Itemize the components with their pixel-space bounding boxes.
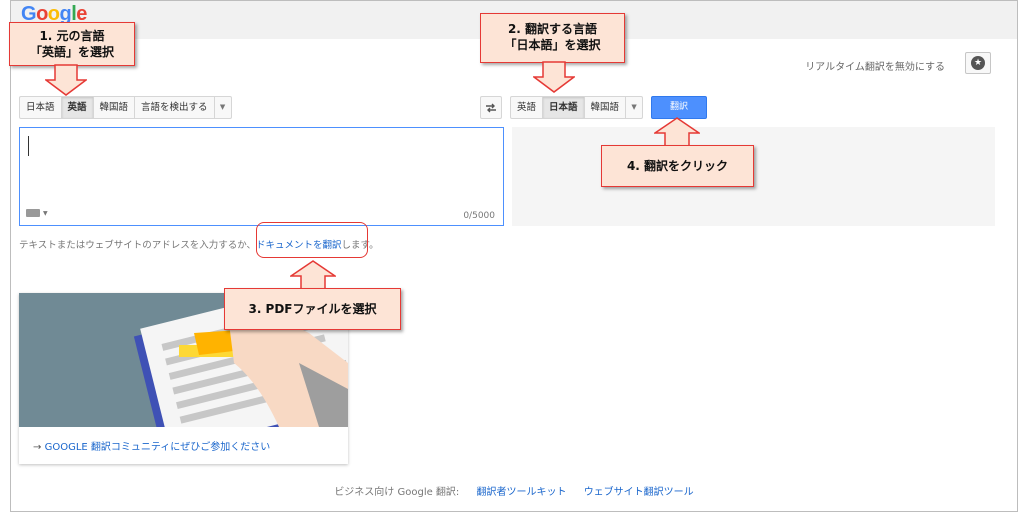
target-lang-japanese[interactable]: 日本語 xyxy=(543,97,585,118)
target-lang-english[interactable]: 英語 xyxy=(511,97,544,118)
callout-3-text: 3. PDFファイルを選択 xyxy=(248,302,377,316)
community-link-label: GOOGLE 翻訳コミュニティにぜひご参加ください xyxy=(44,442,271,453)
source-text-input[interactable]: ▼ 0/5000 xyxy=(19,127,504,226)
callout-2-arrow xyxy=(533,61,575,93)
target-lang-more-dropdown[interactable]: ▼ xyxy=(626,97,642,118)
arrow-right-icon: → xyxy=(33,442,42,453)
translate-button[interactable]: 翻訳 xyxy=(651,96,707,119)
saved-translations-button[interactable]: ★ xyxy=(965,52,991,74)
callout-step-1: 1. 元の言語 「英語」を選択 xyxy=(9,22,135,66)
callout-step-4: 4. 翻訳をクリック xyxy=(601,145,754,187)
source-lang-more-dropdown[interactable]: ▼ xyxy=(215,97,231,118)
character-count: 0/5000 xyxy=(463,211,495,221)
source-lang-korean[interactable]: 韓国語 xyxy=(94,97,136,118)
footer-label: ビジネス向け Google 翻訳: xyxy=(334,487,460,498)
target-lang-korean[interactable]: 韓国語 xyxy=(585,97,627,118)
callout-2-line1: 2. 翻訳する言語 xyxy=(507,22,598,36)
hint-prefix: テキストまたはウェブサイトのアドレスを入力するか、 xyxy=(19,240,257,251)
callout-1-line1: 1. 元の言語 xyxy=(39,29,105,43)
input-tools-button[interactable]: ▼ xyxy=(26,209,48,217)
source-language-selector: 日本語 英語 韓国語 言語を検出する ▼ xyxy=(19,96,232,119)
callout-1-line2: 「英語」を選択 xyxy=(29,45,114,59)
translator-toolkit-link[interactable]: 翻訳者ツールキット xyxy=(477,487,567,498)
community-join-link[interactable]: → GOOGLE 翻訳コミュニティにぜひご参加ください xyxy=(33,438,270,453)
text-caret xyxy=(28,136,29,156)
translate-page: Google リアルタイム翻訳を無効にする ★ 日本語 英語 韓国語 言語を検出… xyxy=(10,0,1018,512)
document-link-highlight xyxy=(256,222,368,258)
swap-icon xyxy=(486,103,496,112)
callout-2-line2: 「日本語」を選択 xyxy=(504,38,601,52)
realtime-translation-toggle-link[interactable]: リアルタイム翻訳を無効にする xyxy=(805,58,945,73)
source-lang-detect[interactable]: 言語を検出する xyxy=(135,97,215,118)
footer: ビジネス向け Google 翻訳: 翻訳者ツールキット ウェブサイト翻訳ツール xyxy=(11,483,1017,498)
callout-4-arrow xyxy=(654,117,700,147)
swap-languages-button[interactable] xyxy=(480,96,502,119)
callout-1-arrow xyxy=(45,64,87,96)
chevron-down-icon: ▼ xyxy=(631,103,637,111)
source-lang-english[interactable]: 英語 xyxy=(61,97,94,118)
callout-4-text: 4. 翻訳をクリック xyxy=(626,159,729,173)
star-icon: ★ xyxy=(971,56,985,70)
website-translator-link[interactable]: ウェブサイト翻訳ツール xyxy=(584,487,694,498)
chevron-down-icon: ▼ xyxy=(219,103,226,111)
source-lang-japanese[interactable]: 日本語 xyxy=(20,97,62,118)
chevron-down-icon: ▼ xyxy=(43,209,48,217)
callout-step-2: 2. 翻訳する言語 「日本語」を選択 xyxy=(480,13,625,63)
callout-step-3: 3. PDFファイルを選択 xyxy=(224,288,401,330)
keyboard-icon xyxy=(26,209,40,217)
callout-3-arrow xyxy=(290,260,336,290)
target-language-selector: 英語 日本語 韓国語 ▼ xyxy=(510,96,644,119)
